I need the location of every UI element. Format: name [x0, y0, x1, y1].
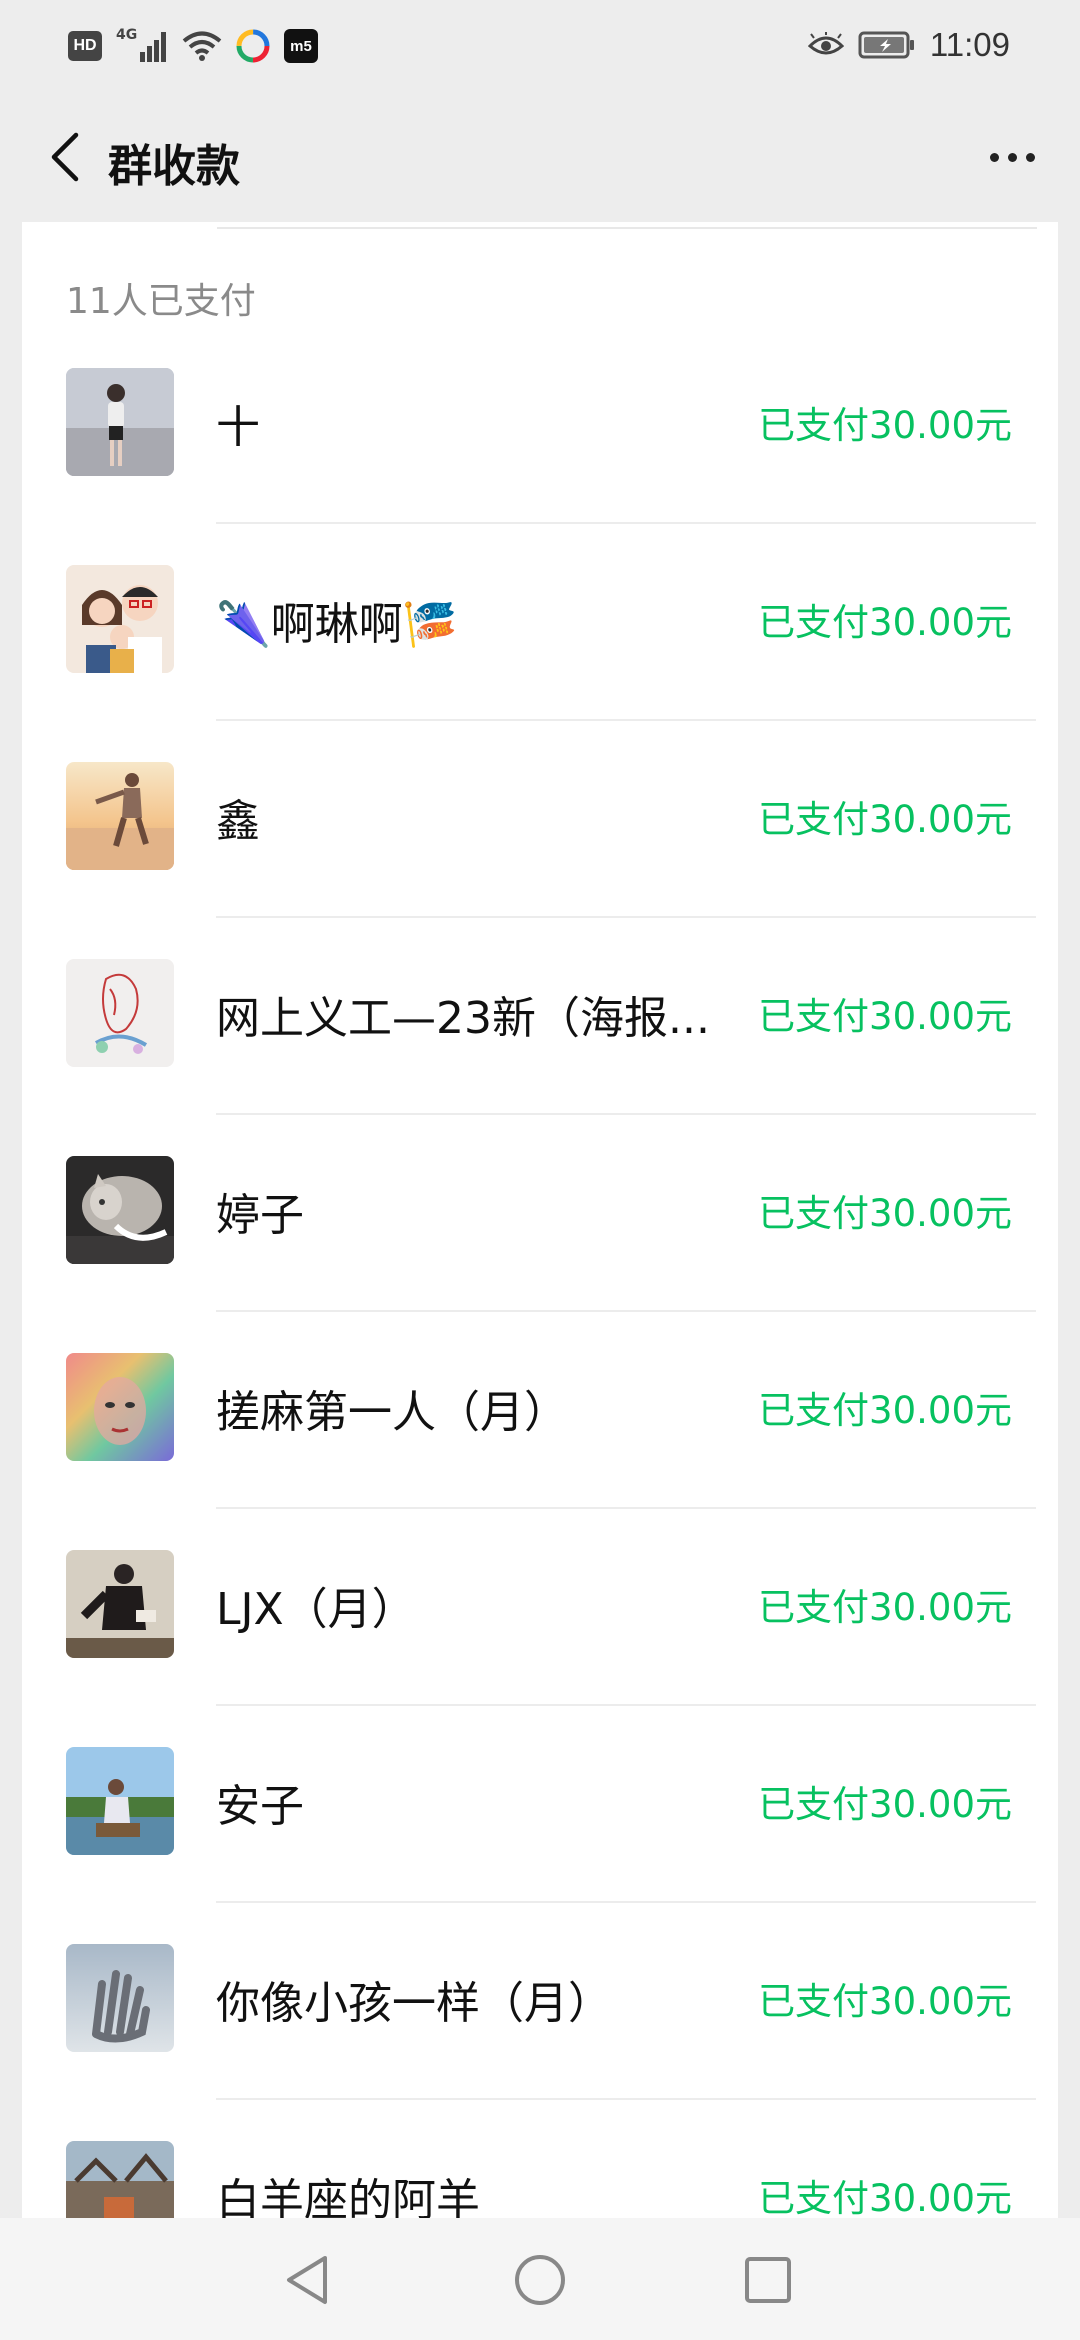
payer-row[interactable]: 搓麻第一人（月） 已支付30.00元 — [22, 1350, 1058, 1547]
app-badge-icon: m5 — [284, 29, 318, 63]
system-navigation-bar — [0, 2218, 1080, 2340]
avatar[interactable] — [66, 762, 174, 870]
status-left: HD 4G m5 — [68, 26, 318, 66]
hd-icon: HD — [68, 31, 102, 61]
divider — [216, 1704, 1036, 1706]
nav-back-button[interactable] — [275, 2248, 339, 2312]
title-bar: 群收款 — [0, 92, 1080, 222]
payment-status: 已支付30.00元 — [758, 601, 1012, 644]
avatar[interactable] — [66, 1353, 174, 1461]
divider — [216, 916, 1036, 918]
avatar[interactable] — [66, 1747, 174, 1855]
payer-name: 🌂啊琳啊🎏 — [216, 599, 458, 650]
app-notification-icon — [236, 29, 270, 63]
nav-home-button[interactable] — [508, 2248, 572, 2312]
avatar[interactable] — [66, 959, 174, 1067]
payer-name: 婷子 — [216, 1190, 304, 1241]
avatar[interactable] — [66, 1944, 174, 2052]
payer-name: 搓麻第一人（月） — [216, 1387, 568, 1438]
payers-card: 11人已支付 十 已支付30.00元 🌂啊琳啊🎏 已支付30.00元 鑫 已支付… — [22, 222, 1058, 2249]
eye-comfort-icon — [807, 32, 844, 58]
payer-row[interactable]: 鑫 已支付30.00元 — [22, 759, 1058, 956]
payer-row[interactable]: 安子 已支付30.00元 — [22, 1744, 1058, 1941]
photo-cat-icon — [66, 1156, 174, 1264]
divider — [216, 719, 1036, 721]
square-recents-icon — [745, 2257, 791, 2303]
more-dot-icon — [1007, 152, 1017, 162]
divider — [216, 1901, 1036, 1903]
nav-recents-button[interactable] — [736, 2248, 800, 2312]
photo-person-dark-icon — [66, 1550, 174, 1658]
payer-row[interactable]: 网上义工—23新（海报... 已支付30.00元 — [22, 956, 1058, 1153]
sketch-portrait-icon — [66, 959, 174, 1067]
payer-row[interactable]: 🌂啊琳啊🎏 已支付30.00元 — [22, 562, 1058, 759]
payment-status: 已支付30.00元 — [758, 995, 1012, 1038]
more-dot-icon — [989, 152, 999, 162]
payer-name: 鑫 — [216, 796, 260, 847]
payer-name: 网上义工—23新（海报... — [216, 993, 710, 1044]
payment-status: 已支付30.00元 — [758, 2177, 1012, 2220]
payer-name: 安子 — [216, 1781, 304, 1832]
payment-status: 已支付30.00元 — [758, 1192, 1012, 1235]
payment-status: 已支付30.00元 — [758, 1980, 1012, 2023]
photo-colorful-face-icon — [66, 1353, 174, 1461]
avatar[interactable] — [66, 1156, 174, 1264]
photo-woman-standing-icon — [66, 368, 174, 476]
payer-row[interactable]: 你像小孩一样（月） 已支付30.00元 — [22, 1941, 1058, 2138]
payment-status: 已支付30.00元 — [758, 798, 1012, 841]
payment-status: 已支付30.00元 — [758, 1586, 1012, 1629]
cell-signal-icon: 4G — [116, 28, 168, 64]
more-dot-icon — [1025, 152, 1035, 162]
divider — [216, 1507, 1036, 1509]
wifi-icon — [182, 30, 222, 62]
back-button[interactable] — [30, 122, 100, 192]
payer-name: LJX（月） — [216, 1584, 416, 1635]
photo-beach-sunset-icon — [66, 762, 174, 870]
divider — [216, 1113, 1036, 1115]
payment-status: 已支付30.00元 — [758, 1389, 1012, 1432]
circle-home-icon — [515, 2255, 565, 2305]
photo-hand-sky-icon — [66, 1944, 174, 2052]
payer-row[interactable]: 十 已支付30.00元 — [22, 365, 1058, 562]
divider — [216, 1310, 1036, 1312]
paid-count-label: 11人已支付 — [66, 281, 256, 322]
triangle-back-icon — [287, 2256, 327, 2304]
payment-status: 已支付30.00元 — [758, 404, 1012, 447]
avatar[interactable] — [66, 1550, 174, 1658]
divider — [217, 227, 1037, 229]
screen: HD 4G m5 11:09 群收款 11人已支付 十 已支付30.00元 🌂啊… — [0, 0, 1080, 2340]
battery-icon — [858, 31, 916, 59]
network-type-label: 4G — [116, 27, 138, 43]
payment-status: 已支付30.00元 — [758, 1783, 1012, 1826]
payer-row[interactable]: 婷子 已支付30.00元 — [22, 1153, 1058, 1350]
status-bar: HD 4G m5 11:09 — [0, 0, 1080, 92]
payer-name: 十 — [216, 402, 260, 453]
avatar[interactable] — [66, 368, 174, 476]
clock-time: 11:09 — [929, 26, 1010, 63]
divider — [216, 2098, 1036, 2100]
cartoon-family-icon — [66, 565, 174, 673]
back-arrow-icon — [51, 132, 79, 182]
photo-lake-person-icon — [66, 1747, 174, 1855]
avatar[interactable] — [66, 565, 174, 673]
divider — [216, 522, 1036, 524]
payer-row[interactable]: LJX（月） 已支付30.00元 — [22, 1547, 1058, 1744]
payer-name: 你像小孩一样（月） — [216, 1978, 612, 2029]
status-right: 11:09 — [807, 24, 1010, 66]
more-options-button[interactable] — [972, 122, 1052, 192]
page-title: 群收款 — [108, 141, 240, 192]
